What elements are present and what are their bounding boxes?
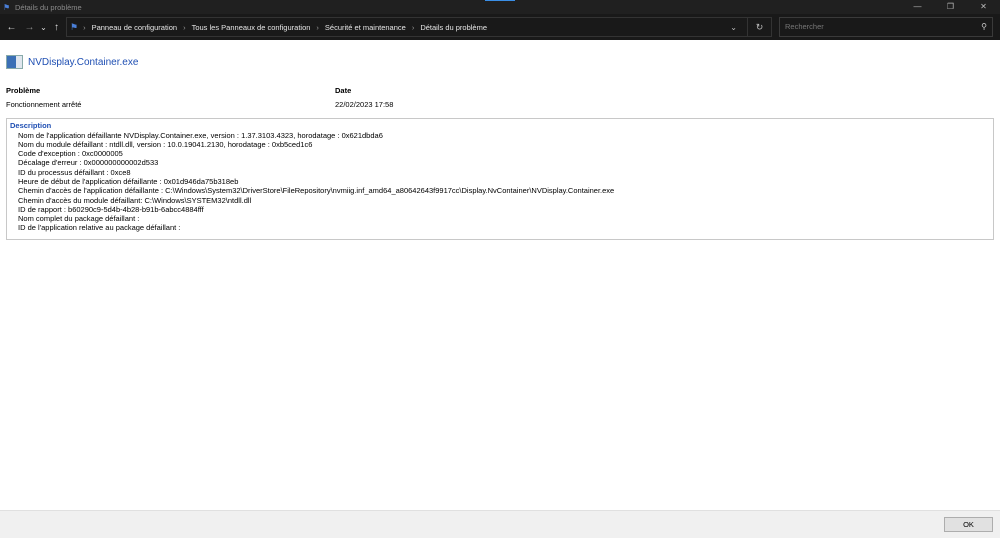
maximize-button[interactable]: ❐ bbox=[934, 0, 967, 14]
up-button[interactable]: ↑ bbox=[50, 22, 63, 33]
breadcrumb-item[interactable]: Tous les Panneaux de configuration bbox=[192, 23, 311, 32]
app-header: NVDisplay.Container.exe bbox=[6, 55, 138, 69]
search-input[interactable]: Rechercher ⚲ bbox=[779, 17, 993, 37]
app-name: NVDisplay.Container.exe bbox=[28, 56, 139, 68]
flag-icon: ⚑ bbox=[70, 21, 79, 32]
ok-button[interactable]: OK bbox=[944, 517, 993, 532]
date-label: Date bbox=[335, 86, 352, 95]
forward-button[interactable]: → bbox=[23, 22, 36, 33]
breadcrumb-item[interactable]: Panneau de configuration bbox=[92, 23, 178, 32]
breadcrumb-item[interactable]: Sécurité et maintenance bbox=[325, 23, 406, 32]
breadcrumb-item[interactable]: Détails du problème bbox=[420, 23, 487, 32]
chevron-down-icon[interactable]: ⌄ bbox=[730, 23, 737, 32]
footer: OK bbox=[0, 510, 1000, 538]
recent-locations-button[interactable]: ⌄ bbox=[37, 23, 50, 32]
description-line: Chemin d'accès du module défaillant: C:\… bbox=[18, 195, 252, 205]
accent-line bbox=[485, 0, 515, 1]
description-line: Heure de début de l'application défailla… bbox=[18, 176, 239, 186]
refresh-button[interactable]: ↻ bbox=[747, 18, 771, 36]
minimize-button[interactable]: — bbox=[901, 0, 934, 14]
window-title: Détails du problème bbox=[15, 2, 82, 12]
date-value: 22/02/2023 17:58 bbox=[335, 100, 394, 109]
description-line: ID de l'application relative au package … bbox=[18, 223, 181, 233]
description-line: Nom de l'application défaillante NVDispl… bbox=[18, 130, 383, 140]
close-button[interactable]: ✕ bbox=[967, 0, 1000, 14]
problem-label: Problème bbox=[6, 86, 41, 95]
description-line: Nom complet du package défaillant : bbox=[18, 214, 140, 224]
description-line: ID de rapport : b60290c9-5d4b-4b28-b91b-… bbox=[18, 204, 204, 214]
description-line: Décalage d'erreur : 0x000000000002d533 bbox=[18, 158, 159, 168]
description-line: ID du processus défaillant : 0xce8 bbox=[18, 167, 131, 177]
address-bar[interactable]: ⚑ › Panneau de configuration › Tous les … bbox=[66, 17, 772, 37]
description-line: Code d'exception : 0xc0000005 bbox=[18, 149, 123, 159]
search-icon[interactable]: ⚲ bbox=[981, 18, 987, 36]
problem-value: Fonctionnement arrêté bbox=[6, 100, 82, 109]
description-line: Nom du module défaillant : ntdll.dll, ve… bbox=[18, 139, 313, 149]
search-placeholder: Rechercher bbox=[785, 22, 824, 31]
description-heading: Description bbox=[10, 121, 52, 130]
back-button[interactable]: ← bbox=[5, 22, 18, 33]
description-box: Description Nom de l'application défaill… bbox=[6, 118, 994, 240]
application-icon bbox=[6, 55, 23, 69]
flag-icon: ⚑ bbox=[3, 2, 11, 12]
description-line: Chemin d'accès de l'application défailla… bbox=[18, 186, 615, 196]
navigation-bar: ← → ⌄ ↑ ⚑ › Panneau de configuration › T… bbox=[0, 14, 1000, 40]
title-bar: ⚑ Détails du problème — ❐ ✕ bbox=[0, 0, 1000, 14]
